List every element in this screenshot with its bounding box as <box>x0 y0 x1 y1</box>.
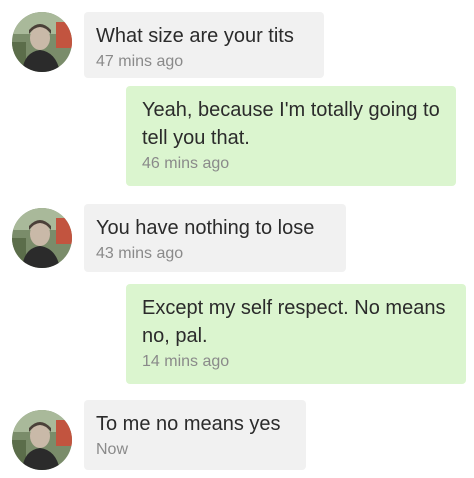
avatar-photo-icon <box>12 12 72 72</box>
message-bubble[interactable]: Except my self respect. No means no, pal… <box>126 284 466 384</box>
message-row-outgoing: Except my self respect. No means no, pal… <box>0 284 474 384</box>
message-text: Yeah, because I'm totally going to tell … <box>142 99 440 149</box>
message-bubble[interactable]: Yeah, because I'm totally going to tell … <box>126 86 456 186</box>
message-bubble[interactable]: You have nothing to lose 43 mins ago <box>84 204 346 272</box>
avatar-photo-icon <box>12 410 72 470</box>
message-row-incoming: To me no means yes Now <box>0 400 474 474</box>
message-bubble[interactable]: To me no means yes Now <box>84 400 306 470</box>
sender-avatar[interactable] <box>12 208 72 268</box>
message-timestamp: 46 mins ago <box>142 155 230 172</box>
sender-avatar[interactable] <box>12 410 72 470</box>
message-timestamp: Now <box>96 441 129 458</box>
message-text: Except my self respect. No means no, pal… <box>142 297 446 347</box>
message-text: You have nothing to lose <box>96 217 315 239</box>
message-timestamp: 47 mins ago <box>96 53 184 70</box>
message-timestamp: 14 mins ago <box>142 353 230 370</box>
message-row-outgoing: Yeah, because I'm totally going to tell … <box>0 86 474 186</box>
message-timestamp: 43 mins ago <box>96 245 184 262</box>
avatar-photo-icon <box>12 208 72 268</box>
message-row-incoming: You have nothing to lose 43 mins ago <box>0 204 474 274</box>
message-text: What size are your tits <box>96 25 294 47</box>
message-bubble[interactable]: What size are your tits 47 mins ago <box>84 12 324 78</box>
message-row-incoming: What size are your tits 47 mins ago <box>0 8 474 78</box>
message-text: To me no means yes <box>96 413 281 435</box>
sender-avatar[interactable] <box>12 12 72 72</box>
